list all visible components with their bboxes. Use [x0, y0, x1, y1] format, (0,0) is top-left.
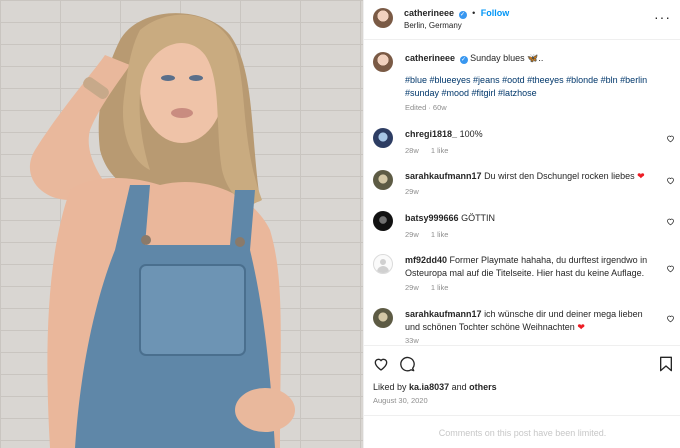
comment-meta: 29w 1 like [405, 230, 458, 239]
comment-meta: 29w [405, 187, 429, 196]
comment-icon[interactable] [399, 356, 415, 372]
comment-avatar[interactable] [373, 254, 393, 274]
comment-time[interactable]: 29w [405, 283, 419, 292]
comment-meta: 33w [405, 336, 429, 345]
comment-meta: 29w 1 like [405, 283, 458, 292]
comments-limited-notice: Comments on this post have been limited. [364, 415, 680, 448]
more-options-icon[interactable]: ··· [654, 10, 671, 24]
red-heart-emoji: ❤ [577, 322, 585, 332]
photo-illustration [29, 13, 295, 448]
comment-username[interactable]: sarahkaufmann17 [405, 309, 482, 319]
comment-like-heart-icon[interactable] [666, 134, 675, 143]
comment-like-heart-icon[interactable] [666, 314, 675, 323]
caption-hashtags[interactable]: #blue #blueeyes #jeans #ootd #theeyes #b… [405, 74, 665, 100]
comment-likes[interactable]: 1 like [431, 283, 449, 292]
comment-body: chregi1818_ 100% [405, 128, 655, 141]
follow-button[interactable]: Follow [481, 8, 510, 18]
post-actions-bar [364, 345, 680, 385]
caption-text: Sunday blues [470, 53, 525, 63]
comment-avatar[interactable] [373, 211, 393, 231]
comment-like-heart-icon[interactable] [666, 217, 675, 226]
author-avatar[interactable] [373, 8, 393, 28]
post-header: catherineee ✓ • Follow Berlin, Germany ·… [364, 0, 680, 40]
post-date[interactable]: August 30, 2020 [373, 396, 428, 405]
comment-time[interactable]: 33w [405, 336, 419, 345]
comment-like-heart-icon[interactable] [666, 176, 675, 185]
caption-ellipsis: .. [538, 53, 544, 63]
caption-avatar[interactable] [373, 52, 393, 72]
comment-time[interactable]: 29w [405, 187, 419, 196]
red-heart-emoji: ❤ [637, 171, 645, 181]
comment-text: 100% [459, 129, 483, 139]
caption-line: catherineee ✓ Sunday blues 🦋.. [405, 53, 543, 64]
comment-text: GÖTTIN [461, 213, 496, 223]
comment-username[interactable]: batsy999666 [405, 213, 459, 223]
likes-summary: Liked by ka.ia8037 and others [373, 382, 497, 392]
comment-time[interactable]: 28w [405, 146, 419, 155]
separator-dot: • [472, 8, 476, 18]
heart-icon[interactable] [373, 356, 389, 372]
comment-body: mf92dd40 Former Playmate hahaha, du durf… [405, 254, 655, 280]
butterfly-emoji: 🦋 [527, 53, 539, 63]
liked-by-user[interactable]: ka.ia8037 [409, 382, 449, 392]
comment-body: batsy999666 GÖTTIN [405, 212, 655, 225]
comment-username[interactable]: mf92dd40 [405, 255, 447, 265]
comment-body: sarahkaufmann17 ich wünsche dir und dein… [405, 308, 655, 334]
post-photo[interactable] [0, 0, 363, 448]
author-line: catherineee ✓ • Follow [404, 8, 509, 19]
comment-text: Du wirst den Dschungel rocken liebes [484, 171, 635, 181]
caption-edited: Edited · 60w [405, 103, 447, 112]
comment-time[interactable]: 29w [405, 230, 419, 239]
comment-avatar[interactable] [373, 128, 393, 148]
comment-username[interactable]: chregi1818_ [405, 129, 457, 139]
bookmark-icon[interactable] [659, 356, 673, 372]
comment-avatar[interactable] [373, 308, 393, 328]
verified-badge-icon: ✓ [458, 11, 467, 19]
caption-username[interactable]: catherineee [405, 53, 455, 63]
author-username[interactable]: catherineee [404, 8, 454, 18]
likes-others[interactable]: others [469, 382, 497, 392]
likes-and: and [451, 382, 467, 392]
likes-prefix: Liked by [373, 382, 407, 392]
comment-likes[interactable]: 1 like [431, 230, 449, 239]
comment-meta: 28w 1 like [405, 146, 458, 155]
comment-body: sarahkaufmann17 Du wirst den Dschungel r… [405, 170, 655, 183]
comment-username[interactable]: sarahkaufmann17 [405, 171, 482, 181]
post-sidebar: catherineee ✓ • Follow Berlin, Germany ·… [363, 0, 680, 448]
comment-likes[interactable]: 1 like [431, 146, 449, 155]
verified-badge-icon: ✓ [459, 56, 468, 64]
comment-avatar[interactable] [373, 170, 393, 190]
post-location[interactable]: Berlin, Germany [404, 21, 462, 30]
comment-like-heart-icon[interactable] [666, 264, 675, 273]
